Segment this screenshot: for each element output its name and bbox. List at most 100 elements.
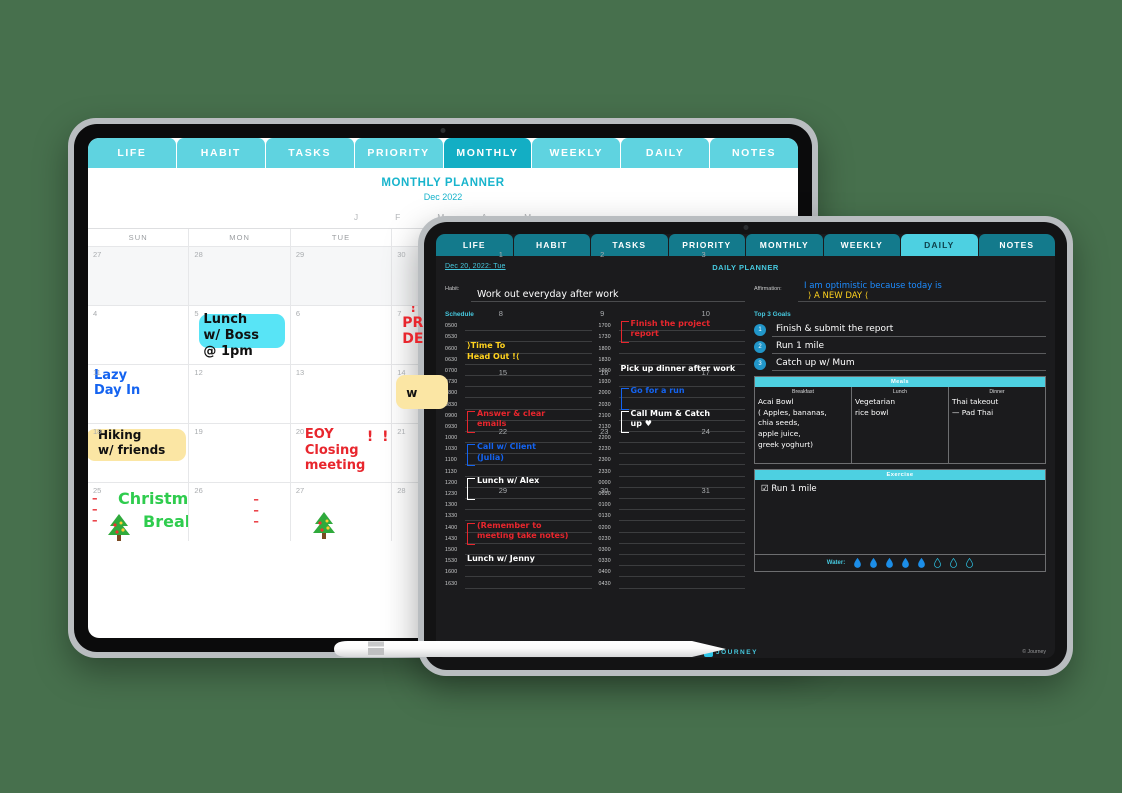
daily-tab-monthly[interactable]: MONTHLY xyxy=(746,234,823,256)
daily-tab-notes[interactable]: NOTES xyxy=(978,234,1055,256)
monthly-tab-monthly[interactable]: MONTHLY xyxy=(443,138,532,168)
schedule-entry-pm-1[interactable]: Pick up dinner after work xyxy=(621,364,736,374)
schedule-entry-am-2[interactable]: Call w/ Client (Julia) xyxy=(477,442,536,463)
schedule-entry-pm-3[interactable]: Call Mum & Catch up ♥ xyxy=(631,409,711,430)
water-drop-6-empty[interactable] xyxy=(934,558,942,568)
schedule-entry-pm-0[interactable]: Finish the project report xyxy=(631,319,711,340)
schedule-row-2330[interactable]: 2330 xyxy=(599,465,745,477)
schedule-row-0700[interactable]: 0700 xyxy=(445,365,592,376)
schedule-time: 1200 xyxy=(445,479,458,486)
goal-item-2[interactable]: 2 Run 1 mile xyxy=(754,337,1046,354)
schedule-row-1800[interactable]: 1800 xyxy=(599,342,745,354)
monthly-tab-life[interactable]: LIFE xyxy=(88,138,176,168)
monthly-tab-weekly[interactable]: WEEKLY xyxy=(532,138,621,168)
schedule-row-2300[interactable]: 2300 xyxy=(599,454,745,466)
day-number: 19 xyxy=(194,427,203,436)
schedule-column-pm[interactable]: 1700 1730 1800 1830 1900 1930 2000 2030 2100 2130… xyxy=(599,319,745,589)
top-3-goals-list[interactable]: 1 Finish & submit the report 2 Run 1 mile 3 C… xyxy=(754,320,1046,371)
daily-tab-bar[interactable]: LIFE HABIT TASKS PRIORITY MONTHLY WEEKLY DAILY… xyxy=(436,234,1055,256)
schedule-row-0400[interactable]: 0400 xyxy=(599,566,745,578)
water-drop-3-filled[interactable] xyxy=(886,558,894,568)
calendar-day-6[interactable]: 6 xyxy=(291,306,393,364)
schedule-row-2200[interactable]: 2200 xyxy=(599,432,745,444)
schedule-row-0230[interactable]: 0230 xyxy=(599,533,745,544)
schedule-entry-pm-2[interactable]: Go for a run xyxy=(631,386,685,396)
monthly-tab-daily[interactable]: DAILY xyxy=(621,138,710,168)
schedule-line xyxy=(618,443,745,455)
water-drop-8-empty[interactable] xyxy=(966,558,974,568)
month-strip-J[interactable]: J xyxy=(354,212,359,222)
schedule-row-1600[interactable]: 1600 xyxy=(445,566,592,578)
schedule-column-am[interactable]: 0500 0530 0600 0630 0700 0730 0800 0830 0900 0930… xyxy=(445,320,592,589)
meal-value: Acai Bowl ( Apples, bananas, chia seeds,… xyxy=(758,397,827,449)
calendar-day-27[interactable]: 27 xyxy=(88,247,190,305)
calendar-day-29[interactable]: 29 xyxy=(290,247,393,305)
schedule-row-0500[interactable]: 0500 xyxy=(445,320,592,332)
schedule-line xyxy=(618,533,745,544)
meal-lunch[interactable]: Lunch Vegetarian rice bowl xyxy=(852,387,949,463)
calendar-day-28[interactable]: 28 xyxy=(189,247,291,305)
schedule-row-0430[interactable]: 0430 xyxy=(599,577,745,589)
daily-tab-priority[interactable]: PRIORITY xyxy=(668,234,745,256)
calendar-day-13[interactable]: 13 xyxy=(291,365,393,423)
meals-columns[interactable]: Breakfast Acai Bowl ( Apples, bananas, ch… xyxy=(755,387,1045,463)
schedule-row-1300[interactable]: 1300 xyxy=(445,499,592,511)
daily-tab-habit[interactable]: HABIT xyxy=(513,234,590,256)
daily-tab-daily[interactable]: DAILY xyxy=(901,234,978,256)
habit-underline xyxy=(471,301,745,302)
day-number: 21 xyxy=(397,427,406,436)
water-drop-7-empty[interactable] xyxy=(950,558,958,568)
water-drop-5-filled[interactable] xyxy=(918,558,926,568)
affirmation-field[interactable]: Affirmation: I am optimistic because tod… xyxy=(754,280,1046,306)
calendar-day-5[interactable]: 5 Lunch w/ Boss @ 1pm xyxy=(189,306,291,364)
schedule-row-0000[interactable]: 0000 xyxy=(599,477,745,488)
schedule-row-0730[interactable]: 0730 xyxy=(445,376,592,388)
schedule-row-0130[interactable]: 0130 xyxy=(599,510,745,522)
schedule-entry-am-4[interactable]: (Remember to meeting take notes) xyxy=(477,521,568,542)
schedule-row-0800[interactable]: 0800 xyxy=(445,387,592,399)
schedule-entry-am-3[interactable]: Lunch w/ Alex xyxy=(477,476,539,486)
calendar-day-11[interactable]: 11 Lazy Day In xyxy=(88,365,190,423)
water-drop-4-filled[interactable] xyxy=(902,558,910,568)
water-tracker[interactable]: Water: xyxy=(755,554,1045,571)
calendar-day-19[interactable]: 19 xyxy=(189,424,291,482)
calendar-day-4[interactable]: 4 xyxy=(88,306,190,364)
goal-item-3[interactable]: 3 Catch up w/ Mum xyxy=(754,354,1046,371)
month-strip-F[interactable]: F xyxy=(395,212,401,222)
schedule-row-0030[interactable]: 0030 xyxy=(599,488,745,499)
goal-number: 3 xyxy=(754,358,766,370)
water-drops[interactable] xyxy=(854,558,974,568)
exercise-value[interactable]: ☑ Run 1 mile xyxy=(755,480,1045,554)
monthly-tab-tasks[interactable]: TASKS xyxy=(265,138,354,168)
schedule-row-2230[interactable]: 2230 xyxy=(599,443,745,455)
calendar-day-20[interactable]: 20 EOY Closing meeting ! ! xyxy=(291,424,393,482)
schedule-line xyxy=(618,522,745,533)
schedule-entry-am-0[interactable]: ⟩Time To Head Out !⟨ xyxy=(467,341,519,362)
schedule-row-0100[interactable]: 0100 xyxy=(599,499,745,511)
water-drop-2-filled[interactable] xyxy=(870,558,878,568)
calendar-day-27[interactable]: 27 xyxy=(291,483,393,541)
goal-item-1[interactable]: 1 Finish & submit the report xyxy=(754,320,1046,337)
schedule-entry-am-1[interactable]: Answer & clear emails xyxy=(477,409,545,430)
calendar-day-25[interactable]: 25Christmas Break ––– xyxy=(88,483,190,541)
schedule-row-0200[interactable]: 0200 xyxy=(599,521,745,533)
calendar-day-12[interactable]: 12 xyxy=(189,365,291,423)
schedule-entry-am-5[interactable]: Lunch w/ Jenny xyxy=(467,554,535,564)
monthly-tab-habit[interactable]: HABIT xyxy=(176,138,265,168)
schedule-time: 0900 xyxy=(445,412,458,419)
meal-breakfast[interactable]: Breakfast Acai Bowl ( Apples, bananas, ch… xyxy=(755,387,852,463)
monthly-tab-bar[interactable]: LIFE HABIT TASKS PRIORITY MONTHLY WEEKLY DAILY… xyxy=(88,138,798,168)
monthly-tab-priority[interactable]: PRIORITY xyxy=(354,138,443,168)
day-number: 8 xyxy=(498,309,503,318)
schedule-row-0330[interactable]: 0330 xyxy=(599,555,745,567)
calendar-day-18[interactable]: 18 Hiking w/ friends xyxy=(88,424,190,482)
daily-tab-weekly[interactable]: WEEKLY xyxy=(823,234,900,256)
affirmation-label: Affirmation: xyxy=(754,286,782,292)
calendar-day-26[interactable]: 26– – – xyxy=(189,483,291,541)
schedule-row-1630[interactable]: 1630 xyxy=(445,577,592,589)
meal-dinner[interactable]: Dinner Thai takeout — Pad Thai xyxy=(949,387,1045,463)
schedule-row-0300[interactable]: 0300 xyxy=(599,544,745,555)
monthly-tab-notes[interactable]: NOTES xyxy=(710,138,798,168)
habit-field[interactable]: Habit: Work out everyday after work xyxy=(445,280,745,306)
water-drop-1-filled[interactable] xyxy=(854,558,862,568)
